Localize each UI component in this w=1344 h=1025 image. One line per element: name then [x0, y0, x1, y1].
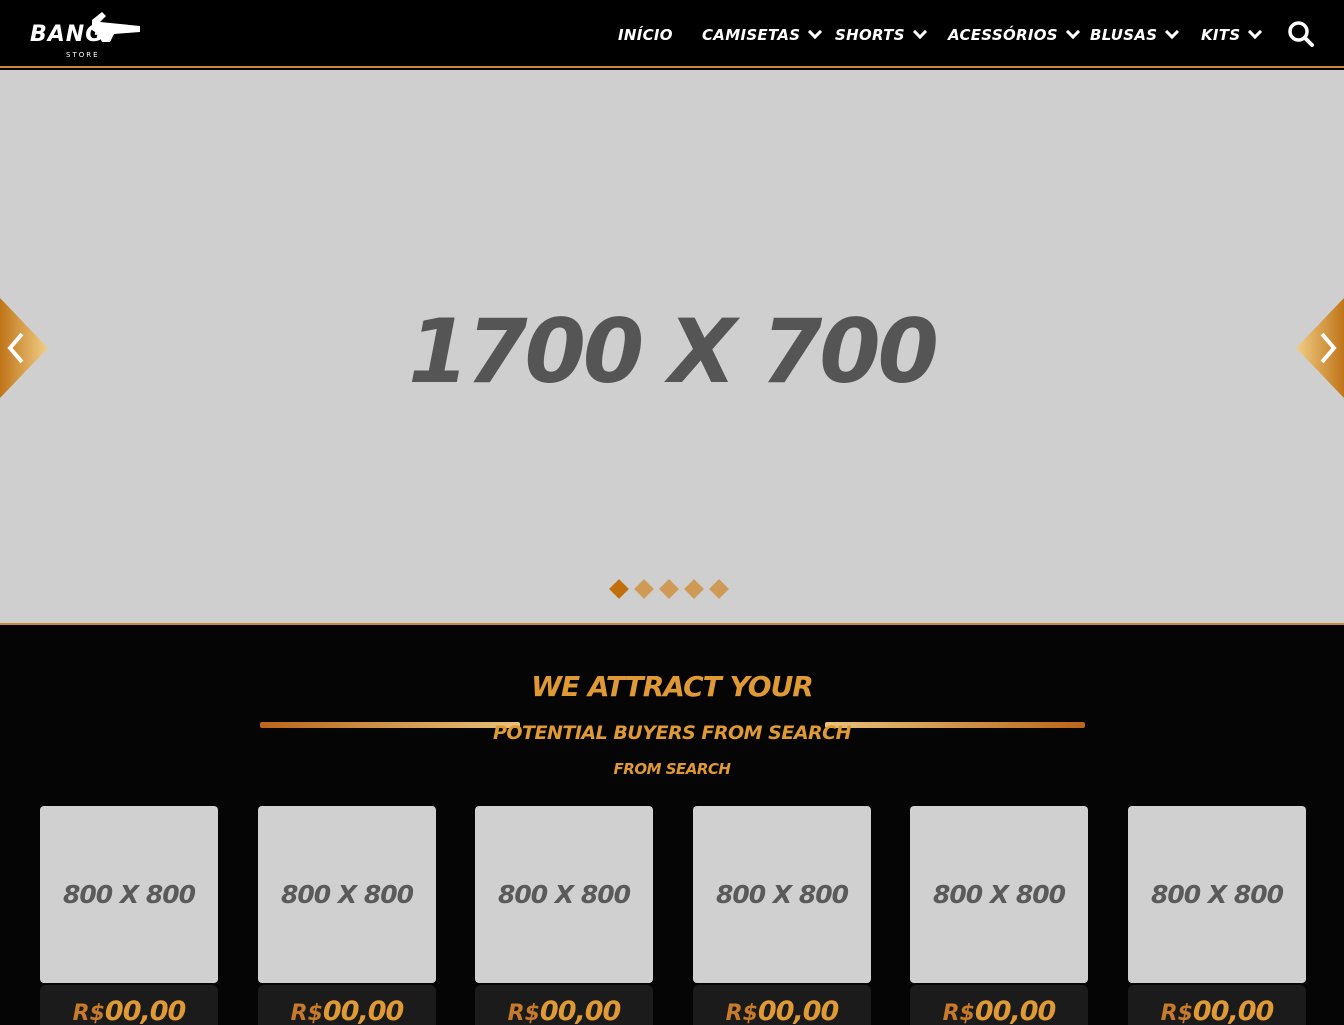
slider-next-button[interactable] [1296, 298, 1344, 398]
nav-label: SHORTS [835, 26, 905, 44]
product-card[interactable]: 800 X 800 R$00,00 [1128, 806, 1306, 1025]
slider-prev-button[interactable] [0, 298, 48, 398]
section-title: WE ATTRACT YOUR [531, 670, 814, 703]
nav-label: KITS [1201, 26, 1241, 44]
logo-subtext: STORE [66, 51, 100, 59]
nav-label: BLUSAS [1090, 26, 1158, 44]
product-card[interactable]: 800 X 800 R$00,00 [258, 806, 436, 1025]
price-currency: R$ [725, 1001, 758, 1025]
product-price: R$00,00 [258, 996, 436, 1025]
slider-dot-3[interactable] [659, 579, 679, 599]
product-card[interactable]: 800 X 800 R$00,00 [475, 806, 653, 1025]
nav-label: INÍCIO [618, 26, 673, 44]
product-card[interactable]: 800 X 800 R$00,00 [910, 806, 1088, 1025]
nav-item-acessorios[interactable]: ACESSÓRIOS [948, 24, 1080, 44]
hero-slider: 1700 X 700 [0, 70, 1344, 625]
price-value: 00,00 [322, 996, 404, 1025]
price-value: 00,00 [757, 996, 839, 1025]
chevron-down-icon [1248, 24, 1263, 40]
slider-dot-2[interactable] [634, 579, 654, 599]
price-value: 00,00 [1192, 996, 1274, 1025]
product-image[interactable]: 800 X 800 [693, 806, 871, 983]
product-image[interactable]: 800 X 800 [258, 806, 436, 983]
price-value: 00,00 [974, 996, 1056, 1025]
slider-dot-1[interactable] [609, 579, 629, 599]
product-card[interactable]: 800 X 800 R$00,00 [40, 806, 218, 1025]
product-image[interactable]: 800 X 800 [475, 806, 653, 983]
product-image[interactable]: 800 X 800 [1128, 806, 1306, 983]
slider-pagination [609, 579, 729, 599]
price-currency: R$ [507, 1001, 540, 1025]
nav-label: ACESSÓRIOS [948, 26, 1058, 44]
product-price: R$00,00 [910, 996, 1088, 1025]
product-image[interactable]: 800 X 800 [910, 806, 1088, 983]
search-icon[interactable] [1287, 20, 1315, 48]
logo-text: BANG [30, 22, 105, 47]
price-currency: R$ [942, 1001, 975, 1025]
chevron-down-icon [808, 24, 823, 40]
chevron-down-icon [912, 24, 927, 40]
price-currency: R$ [290, 1001, 323, 1025]
product-price: R$00,00 [40, 996, 218, 1025]
price-value: 00,00 [104, 996, 186, 1025]
brand-logo[interactable]: BANG STORE [30, 8, 142, 60]
nav-item-shorts[interactable]: SHORTS [835, 24, 927, 44]
nav-item-blusas[interactable]: BLUSAS [1090, 24, 1180, 44]
product-image[interactable]: 800 X 800 [40, 806, 218, 983]
product-price: R$00,00 [1128, 996, 1306, 1025]
nav-item-kits[interactable]: KITS [1201, 24, 1263, 44]
product-price: R$00,00 [693, 996, 871, 1025]
chevron-down-icon [1165, 24, 1180, 40]
nav-label: CAMISETAS [702, 26, 801, 44]
nav-item-inicio[interactable]: INÍCIO [618, 26, 673, 44]
product-card[interactable]: 800 X 800 R$00,00 [693, 806, 871, 1025]
price-value: 00,00 [539, 996, 621, 1025]
chevron-down-icon [1065, 24, 1080, 40]
nav-item-camisetas[interactable]: CAMISETAS [702, 24, 823, 44]
site-header: BANG STORE INÍCIO CAMISETAS SHORTS ACESS… [0, 0, 1344, 68]
section-subtitle: POTENTIAL BUYERS FROM SEARCH [492, 722, 852, 744]
product-price: R$00,00 [475, 996, 653, 1025]
price-currency: R$ [72, 1001, 105, 1025]
slider-dot-4[interactable] [684, 579, 704, 599]
price-currency: R$ [1160, 1001, 1193, 1025]
hero-placeholder-text: 1700 X 700 [408, 300, 939, 403]
slider-dot-5[interactable] [709, 579, 729, 599]
section-subtitle-secondary: FROM SEARCH [613, 760, 731, 778]
